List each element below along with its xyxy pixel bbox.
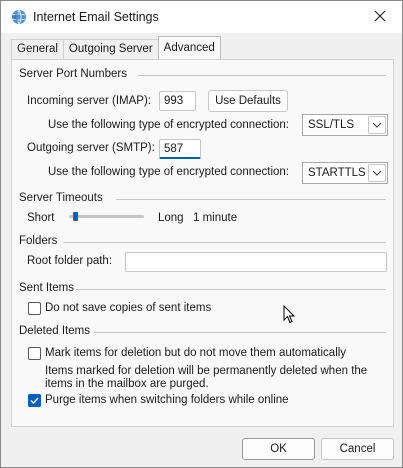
deletion-note-line1: Items marked for deletion will be perman… bbox=[45, 365, 368, 377]
tab-general[interactable]: General bbox=[11, 39, 64, 60]
purge-checkbox[interactable] bbox=[28, 394, 41, 407]
title-bar[interactable]: Internet Email Settings bbox=[1, 1, 402, 33]
root-folder-label: Root folder path: bbox=[27, 255, 113, 267]
outlook-globe-icon bbox=[11, 9, 27, 25]
do-not-save-checkbox[interactable] bbox=[28, 302, 41, 315]
deletion-note-line2: items in the mailbox are purged. bbox=[45, 378, 209, 390]
chevron-down-icon bbox=[368, 116, 386, 134]
server-port-numbers-heading: Server Port Numbers bbox=[19, 68, 128, 80]
timeout-long-label: Long bbox=[158, 212, 184, 224]
mouse-pointer-icon bbox=[283, 304, 297, 328]
incoming-encryption-label: Use the following type of encrypted conn… bbox=[48, 119, 290, 131]
outgoing-encryption-select[interactable]: STARTTLS bbox=[302, 162, 388, 184]
advanced-tab-panel: Server Port Numbers Incoming server (IMA… bbox=[11, 59, 394, 427]
do-not-save-label: Do not save copies of sent items bbox=[45, 302, 212, 314]
root-folder-field[interactable] bbox=[125, 252, 387, 272]
mark-for-deletion-checkbox[interactable] bbox=[28, 347, 41, 360]
outgoing-encryption-value: STARTTLS bbox=[308, 167, 366, 179]
server-timeouts-heading: Server Timeouts bbox=[19, 192, 103, 204]
deleted-items-heading: Deleted Items bbox=[19, 325, 90, 337]
purge-label: Purge items when switching folders while… bbox=[45, 394, 289, 406]
window-title: Internet Email Settings bbox=[33, 10, 159, 24]
section-divider bbox=[94, 332, 386, 333]
tab-outgoing-server[interactable]: Outgoing Server bbox=[62, 39, 159, 60]
incoming-encryption-value: SSL/TLS bbox=[308, 119, 355, 131]
incoming-encryption-select[interactable]: SSL/TLS bbox=[302, 114, 388, 136]
mark-for-deletion-label: Mark items for deletion but do not move … bbox=[45, 347, 347, 359]
close-button[interactable] bbox=[358, 1, 402, 33]
outgoing-encryption-label: Use the following type of encrypted conn… bbox=[48, 166, 290, 178]
chevron-down-icon bbox=[368, 164, 386, 182]
timeout-short-label: Short bbox=[27, 212, 55, 224]
section-divider bbox=[116, 199, 386, 200]
section-divider bbox=[76, 289, 386, 290]
timeout-slider[interactable] bbox=[69, 215, 144, 218]
close-icon bbox=[374, 10, 386, 25]
tab-strip: General Outgoing Server Advanced bbox=[11, 36, 221, 60]
folders-heading: Folders bbox=[19, 235, 58, 247]
section-divider bbox=[63, 242, 386, 243]
section-divider bbox=[138, 75, 386, 76]
ok-button[interactable]: OK bbox=[242, 438, 315, 460]
internet-email-settings-dialog: Internet Email Settings General Outgoing… bbox=[0, 0, 403, 468]
tab-advanced[interactable]: Advanced bbox=[157, 36, 221, 59]
timeout-slider-thumb[interactable] bbox=[73, 212, 78, 221]
timeout-value-label: 1 minute bbox=[193, 212, 238, 224]
outgoing-port-field[interactable]: 587 bbox=[159, 139, 201, 159]
incoming-port-field[interactable]: 993 bbox=[159, 91, 196, 111]
use-defaults-button[interactable]: Use Defaults bbox=[208, 90, 288, 112]
cancel-button[interactable]: Cancel bbox=[321, 438, 394, 460]
incoming-server-label: Incoming server (IMAP): bbox=[27, 95, 151, 107]
sent-items-heading: Sent Items bbox=[19, 282, 74, 294]
outgoing-server-label: Outgoing server (SMTP): bbox=[27, 142, 155, 154]
